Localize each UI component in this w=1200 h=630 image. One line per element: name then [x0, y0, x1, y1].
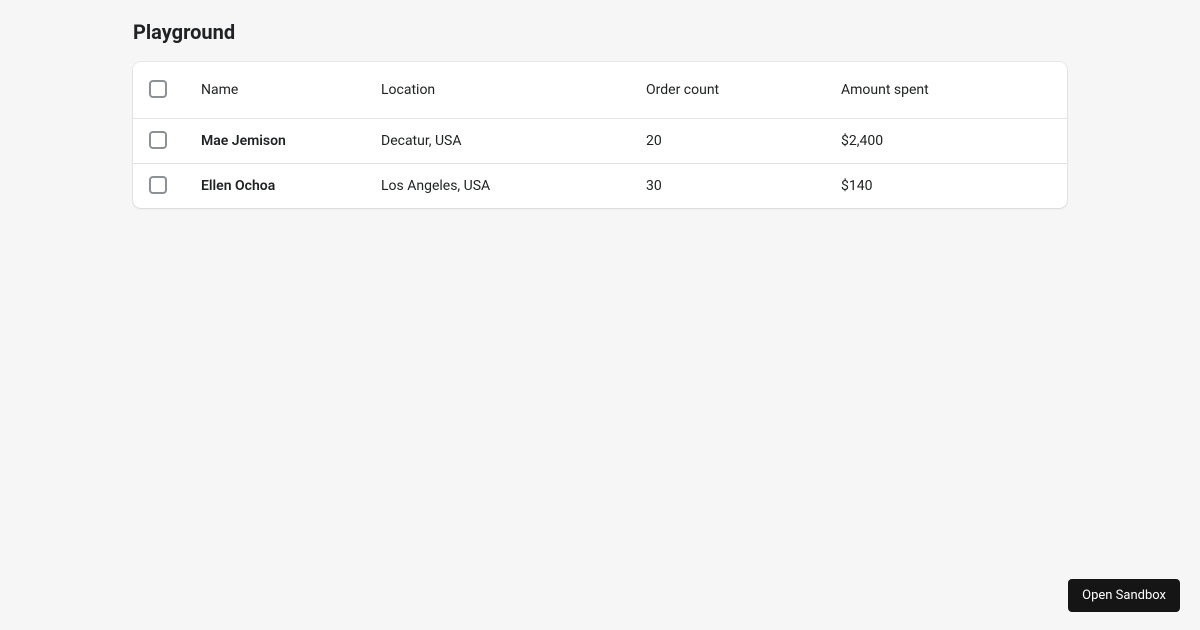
column-header-orders: Order count [638, 62, 833, 119]
cell-name[interactable]: Ellen Ochoa [201, 178, 275, 194]
column-header-location: Location [373, 62, 638, 119]
row-checkbox[interactable] [149, 176, 167, 194]
row-checkbox[interactable] [149, 131, 167, 149]
cell-location: Los Angeles, USA [381, 178, 490, 194]
cell-location: Decatur, USA [381, 133, 462, 149]
table-row[interactable]: Ellen Ochoa Los Angeles, USA 30 $140 [133, 164, 1067, 209]
table-header-row: Name Location Order count Amount spent [133, 62, 1067, 119]
cell-orders: 20 [646, 133, 662, 149]
page-title: Playground [133, 20, 1067, 44]
column-header-name: Name [193, 62, 373, 119]
cell-amount: $2,400 [841, 133, 883, 149]
data-table-card: Name Location Order count Amount spent M… [133, 62, 1067, 208]
data-table: Name Location Order count Amount spent M… [133, 62, 1067, 208]
select-all-checkbox[interactable] [149, 80, 167, 98]
table-row[interactable]: Mae Jemison Decatur, USA 20 $2,400 [133, 119, 1067, 164]
column-header-amount: Amount spent [833, 62, 1067, 119]
open-sandbox-button[interactable]: Open Sandbox [1068, 579, 1180, 612]
cell-name[interactable]: Mae Jemison [201, 133, 286, 149]
cell-orders: 30 [646, 178, 662, 194]
cell-amount: $140 [841, 178, 872, 194]
